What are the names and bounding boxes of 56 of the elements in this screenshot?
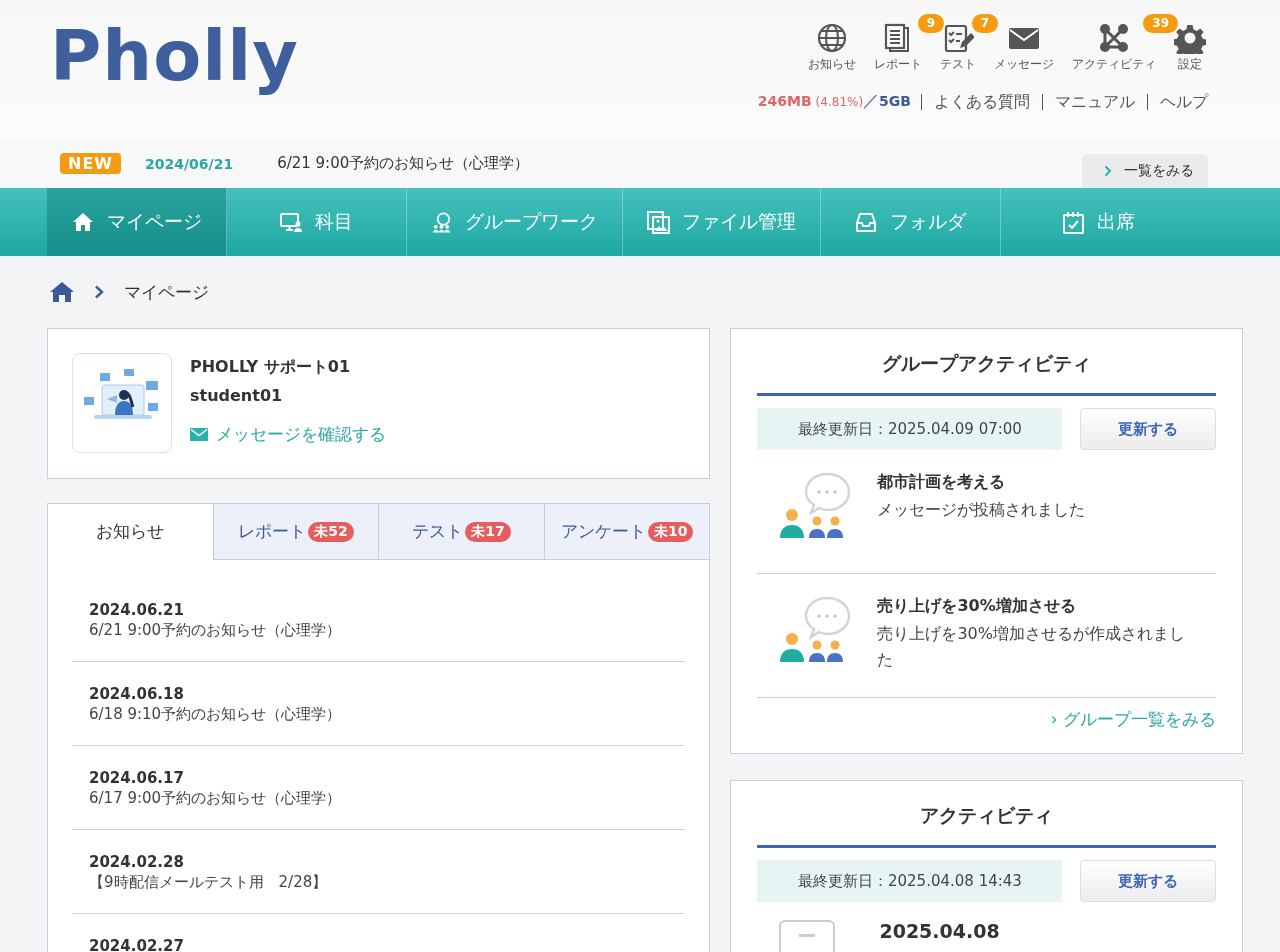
user-id: student01 (190, 386, 284, 405)
notice-date: 2024.06.21 (89, 601, 185, 619)
notice-tab[interactable]: レポート 未52 (212, 504, 379, 560)
checklist-pencil-icon (942, 22, 974, 54)
nodes-icon (1098, 22, 1130, 54)
activity-text: メッセージが投稿されました (877, 499, 1087, 521)
count-badge: 未10 (647, 521, 694, 542)
count-badge: 未52 (308, 521, 354, 542)
notice-link[interactable]: 【9時配信メールテスト用 2/28】 (89, 873, 669, 892)
storage-usage: 246MB (4.81%)／5GB (757, 91, 912, 112)
header-link[interactable]: マニュアル (1042, 93, 1147, 110)
activity-text: 売り上げを30%増加させるが作成されました (877, 623, 1186, 671)
news-date: 2024/06/21 (144, 155, 234, 172)
last-updated: 最終更新日：2025.04.08 14:43 (757, 860, 1063, 902)
home-icon (50, 281, 74, 303)
home-icon (71, 210, 95, 234)
notice-link[interactable]: 6/18 9:10予約のお知らせ（心理学） (89, 705, 669, 724)
count-badge: 9 (917, 14, 944, 33)
notice-tab[interactable]: テスト 未17 (378, 504, 544, 560)
activity-date: 2025.04.08 (879, 920, 1000, 944)
chevron-icon (94, 285, 104, 299)
panel-title: アクティビティ (757, 803, 1216, 848)
count-badge: 未17 (465, 521, 511, 542)
count-badge: 39 (1143, 14, 1178, 33)
group-name: 売り上げを30%増加させる (877, 596, 1077, 617)
globe-icon (816, 22, 848, 54)
notice-link[interactable]: 6/17 9:00予約のお知らせ（心理学） (89, 789, 669, 808)
new-badge: NEW (60, 153, 121, 174)
group-icon (431, 210, 453, 234)
chevron-icon (1104, 165, 1112, 177)
notice-date: 2024.06.17 (89, 769, 185, 787)
logo[interactable]: Pholly (50, 0, 299, 138)
header-link[interactable]: よくある質問 (921, 93, 1042, 110)
notice-date: 2024.02.28 (89, 853, 185, 871)
group-name: 都市計画を考える (877, 472, 1007, 493)
panel-title: グループアクティビティ (757, 351, 1216, 396)
image-file-icon (647, 210, 670, 234)
envelope-icon (190, 428, 208, 441)
notice-date: 2024.02.27 (89, 937, 185, 952)
monitor-person-icon (280, 210, 303, 234)
header-nav-button[interactable]: お知らせ (806, 22, 858, 73)
header-link[interactable]: ヘルプ (1147, 93, 1208, 110)
tray-icon (855, 210, 878, 234)
count-badge: 7 (971, 14, 998, 33)
refresh-button[interactable]: 更新する (1080, 860, 1216, 902)
settings-icon (1174, 22, 1206, 54)
notice-tab[interactable]: アンケート 未10 (543, 504, 710, 560)
notice-link[interactable]: 6/21 9:00予約のお知らせ（心理学） (89, 621, 669, 640)
breadcrumb-item: マイページ (124, 280, 209, 304)
news-link[interactable]: 6/21 9:00予約のお知らせ（心理学） (277, 154, 1082, 173)
calendar-check-icon (1061, 210, 1085, 234)
notice-date: 2024.06.18 (89, 685, 185, 703)
user-name: PHOLLY サポート01 (190, 357, 352, 378)
last-updated: 最終更新日：2025.04.09 07:00 (757, 408, 1063, 450)
refresh-button[interactable]: 更新する (1080, 408, 1216, 450)
view-all-button[interactable]: 一覧をみる (1082, 154, 1208, 188)
